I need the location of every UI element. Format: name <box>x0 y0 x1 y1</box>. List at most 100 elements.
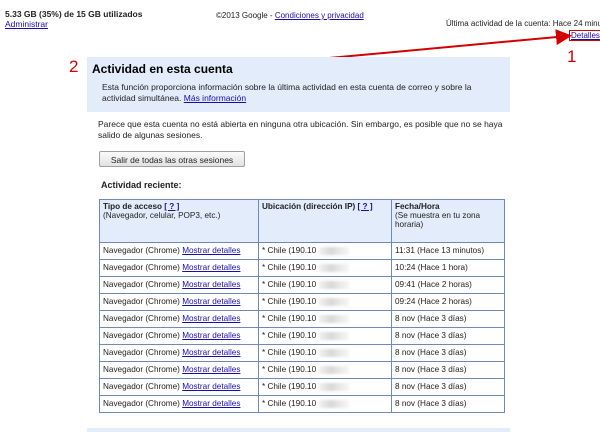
terms-link[interactable]: Condiciones y privacidad <box>275 11 364 20</box>
cell-datetime: 8 nov (Hace 3 días) <box>391 378 505 396</box>
location-text: * Chile (190.10 <box>262 348 317 357</box>
cell-access: Navegador (Chrome) Mostrar detalles <box>99 242 259 260</box>
cell-datetime: 8 nov (Hace 3 días) <box>391 327 505 345</box>
cell-location: * Chile (190.10 <box>258 327 392 345</box>
recent-activity-table: Tipo de acceso [ ? ] (Navegador, celular… <box>99 199 505 413</box>
redacted-ip <box>319 314 350 323</box>
header-datetime: Fecha/Hora (Se muestra en tu zona horari… <box>391 199 505 243</box>
table-row: Navegador (Chrome) Mostrar detalles * Chi… <box>99 395 505 413</box>
access-type-text: Navegador (Chrome) <box>103 365 180 374</box>
show-details-link[interactable]: Mostrar detalles <box>182 263 240 272</box>
cell-location: * Chile (190.10 <box>258 242 392 260</box>
cell-access: Navegador (Chrome) Mostrar detalles <box>99 293 259 311</box>
access-type-text: Navegador (Chrome) <box>103 382 180 391</box>
show-details-link[interactable]: Mostrar detalles <box>182 314 240 323</box>
header-access-label: Tipo de acceso <box>103 202 163 211</box>
redacted-ip <box>319 382 350 391</box>
table-row: Navegador (Chrome) Mostrar detalles * Chi… <box>99 378 505 396</box>
cell-location: * Chile (190.10 <box>258 259 392 277</box>
table-row: Navegador (Chrome) Mostrar detalles * Chi… <box>99 310 505 328</box>
cell-datetime: 10:24 (Hace 1 hora) <box>391 259 505 277</box>
table-row: Navegador (Chrome) Mostrar detalles * Chi… <box>99 361 505 379</box>
table-header-row: Tipo de acceso [ ? ] (Navegador, celular… <box>99 199 505 243</box>
panel-title: Actividad en esta cuenta <box>92 62 233 76</box>
show-details-link[interactable]: Mostrar detalles <box>182 297 240 306</box>
show-details-link[interactable]: Mostrar detalles <box>182 348 240 357</box>
access-type-text: Navegador (Chrome) <box>103 399 180 408</box>
show-details-link[interactable]: Mostrar detalles <box>182 280 240 289</box>
storage-usage: 5.33 GB (35%) de 15 GB utilizados Admini… <box>5 9 142 29</box>
header-datetime-label: Fecha/Hora <box>395 202 440 211</box>
header-location: Ubicación (dirección IP) [ ? ] <box>258 199 392 243</box>
annotation-number-2: 2 <box>69 57 79 76</box>
account-activity-panel: Actividad en esta cuenta Esta función pr… <box>87 57 510 112</box>
location-text: * Chile (190.10 <box>262 297 317 306</box>
cell-location: * Chile (190.10 <box>258 361 392 379</box>
show-details-link[interactable]: Mostrar detalles <box>182 365 240 374</box>
cell-access: Navegador (Chrome) Mostrar detalles <box>99 344 259 362</box>
location-help-link[interactable]: [ ? ] <box>358 202 373 211</box>
footer-copyright: ©2013 Google - Condiciones y privacidad <box>216 11 364 20</box>
cell-access: Navegador (Chrome) Mostrar detalles <box>99 259 259 277</box>
table-row: Navegador (Chrome) Mostrar detalles * Chi… <box>99 327 505 345</box>
last-activity-text: Última actividad de la cuenta: Hace 24 m… <box>446 19 600 28</box>
location-text: * Chile (190.10 <box>262 399 317 408</box>
cell-access: Navegador (Chrome) Mostrar detalles <box>99 361 259 379</box>
panel-bottom-bar <box>87 428 510 432</box>
cell-access: Navegador (Chrome) Mostrar detalles <box>99 276 259 294</box>
location-text: * Chile (190.10 <box>262 263 317 272</box>
cell-location: * Chile (190.10 <box>258 293 392 311</box>
annotation-number-1: 1 <box>567 47 577 66</box>
cell-location: * Chile (190.10 <box>258 378 392 396</box>
manage-link[interactable]: Administrar <box>5 19 48 29</box>
header-location-label: Ubicación (dirección IP) <box>262 202 356 211</box>
location-text: * Chile (190.10 <box>262 365 317 374</box>
cell-location: * Chile (190.10 <box>258 344 392 362</box>
show-details-link[interactable]: Mostrar detalles <box>182 331 240 340</box>
show-details-link[interactable]: Mostrar detalles <box>182 382 240 391</box>
location-text: * Chile (190.10 <box>262 314 317 323</box>
header-access-type: Tipo de acceso [ ? ] (Navegador, celular… <box>99 199 259 243</box>
session-status-text: Parece que esta cuenta no está abierta e… <box>98 119 503 140</box>
location-text: * Chile (190.10 <box>262 331 317 340</box>
cell-datetime: 09:24 (Hace 2 horas) <box>391 293 505 311</box>
access-type-text: Navegador (Chrome) <box>103 280 180 289</box>
cell-datetime: 8 nov (Hace 3 días) <box>391 361 505 379</box>
cell-datetime: 8 nov (Hace 3 días) <box>391 344 505 362</box>
sign-out-all-sessions-button[interactable]: Salir de todas las otras sesiones <box>99 151 245 167</box>
description-text: Esta función proporciona información sob… <box>102 82 472 103</box>
access-type-text: Navegador (Chrome) <box>103 348 180 357</box>
more-info-link[interactable]: Más información <box>184 93 246 103</box>
table-row: Navegador (Chrome) Mostrar detalles * Chi… <box>99 293 505 311</box>
storage-text: 5.33 GB (35%) de 15 GB utilizados <box>5 9 143 19</box>
redacted-ip <box>319 348 350 357</box>
copyright-text: ©2013 Google - <box>216 11 275 20</box>
cell-access: Navegador (Chrome) Mostrar detalles <box>99 378 259 396</box>
table-row: Navegador (Chrome) Mostrar detalles * Chi… <box>99 259 505 277</box>
location-text: * Chile (190.10 <box>262 280 317 289</box>
redacted-ip <box>319 263 350 272</box>
cell-datetime: 11:31 (Hace 13 minutos) <box>391 242 505 260</box>
show-details-link[interactable]: Mostrar detalles <box>182 399 240 408</box>
details-link[interactable]: Detalles <box>569 30 600 41</box>
table-row: Navegador (Chrome) Mostrar detalles * Chi… <box>99 344 505 362</box>
access-type-text: Navegador (Chrome) <box>103 297 180 306</box>
access-type-text: Navegador (Chrome) <box>103 246 180 255</box>
location-text: * Chile (190.10 <box>262 382 317 391</box>
cell-datetime: 8 nov (Hace 3 días) <box>391 395 505 413</box>
show-details-link[interactable]: Mostrar detalles <box>182 246 240 255</box>
header-access-sub: (Navegador, celular, POP3, etc.) <box>103 211 221 220</box>
cell-access: Navegador (Chrome) Mostrar detalles <box>99 327 259 345</box>
access-type-text: Navegador (Chrome) <box>103 331 180 340</box>
location-text: * Chile (190.10 <box>262 246 317 255</box>
redacted-ip <box>319 331 350 340</box>
access-help-link[interactable]: [ ? ] <box>164 202 179 211</box>
panel-description: Esta función proporciona información sob… <box>102 82 502 104</box>
cell-location: * Chile (190.10 <box>258 395 392 413</box>
access-type-text: Navegador (Chrome) <box>103 263 180 272</box>
redacted-ip <box>319 399 350 408</box>
cell-access: Navegador (Chrome) Mostrar detalles <box>99 395 259 413</box>
recent-activity-title: Actividad reciente: <box>101 180 182 190</box>
table-row: Navegador (Chrome) Mostrar detalles * Chi… <box>99 242 505 260</box>
cell-datetime: 8 nov (Hace 3 días) <box>391 310 505 328</box>
